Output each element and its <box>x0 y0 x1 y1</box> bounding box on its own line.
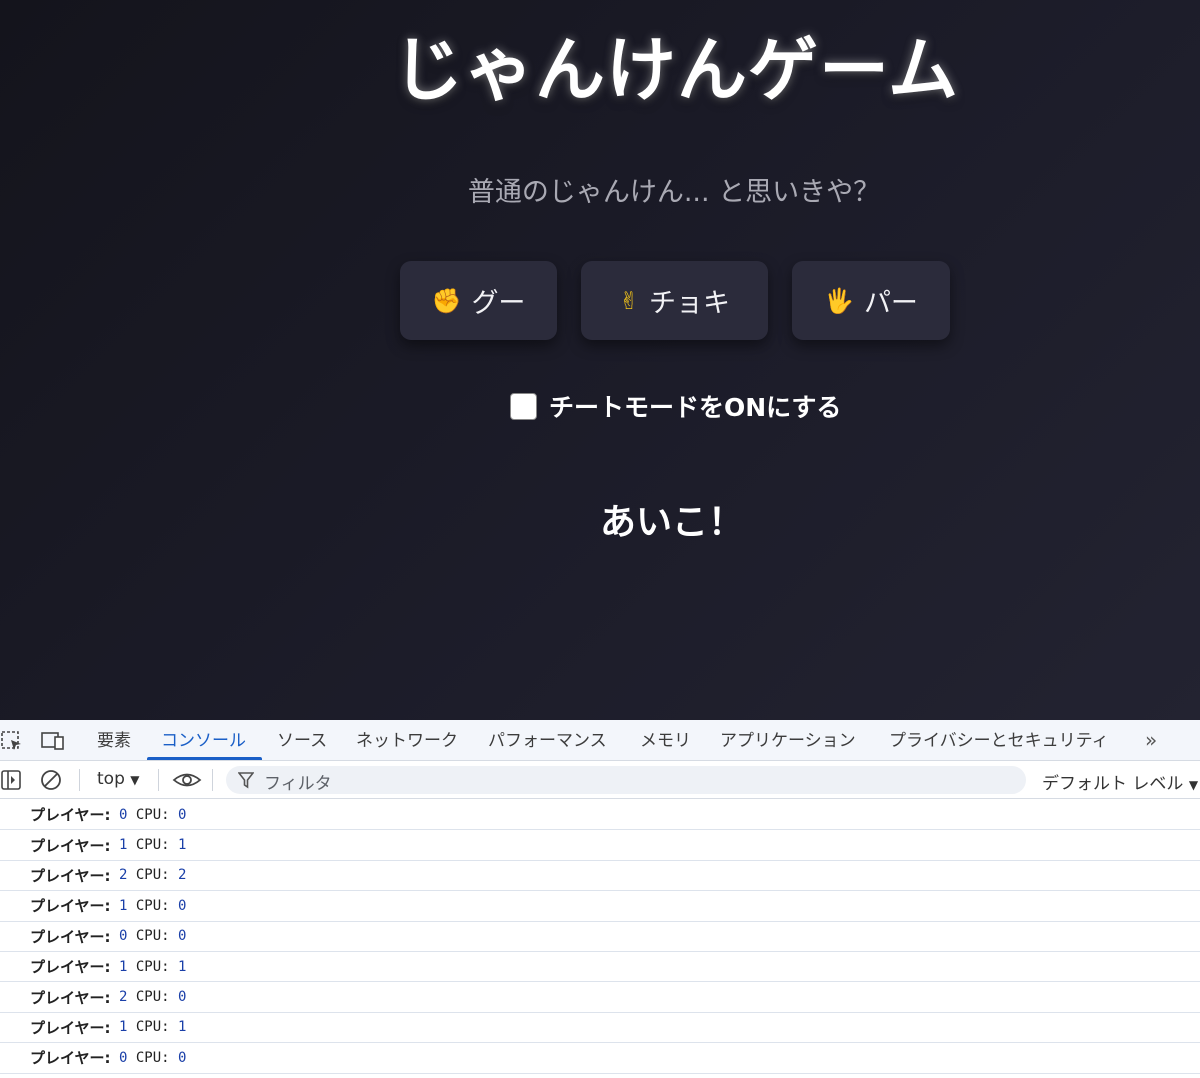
cpu-value: 0 <box>178 806 187 823</box>
devtools-tab-bar: 要素 コンソール ソース ネットワーク パフォーマンス メモリ アプリケーション… <box>0 720 1200 761</box>
cpu-value: 1 <box>178 958 187 975</box>
player-value: 2 <box>119 989 128 1006</box>
clear-console-icon[interactable] <box>40 769 64 791</box>
tab-privacy-security[interactable]: プライバシーとセキュリティ <box>889 720 1109 761</box>
result-text: あいこ！ <box>599 502 744 543</box>
chevron-down-icon: ▼ <box>1188 778 1199 792</box>
cpu-label: CPU: <box>135 806 170 823</box>
console-log-row: プレイヤー: 0 CPU: 0 <box>0 1043 1200 1074</box>
console-log-row: プレイヤー: 1 CPU: 1 <box>0 1013 1200 1044</box>
inspect-element-icon[interactable] <box>0 730 24 752</box>
more-tabs-icon[interactable]: » <box>1145 728 1157 752</box>
console-log-row: プレイヤー: 1 CPU: 1 <box>0 952 1200 983</box>
player-label: プレイヤー: <box>30 927 111 946</box>
player-value: 1 <box>119 1019 128 1036</box>
active-tab-indicator <box>147 757 262 760</box>
player-value: 1 <box>119 897 128 914</box>
cpu-value: 2 <box>178 867 187 884</box>
console-toolbar: top ▼ フィルタ デフォルト レベル ▼ <box>0 761 1200 799</box>
filter-placeholder: フィルタ <box>264 774 332 794</box>
player-label: プレイヤー: <box>30 836 111 855</box>
paper-button-label: パー <box>863 288 918 319</box>
console-log-row: プレイヤー: 2 CPU: 2 <box>0 861 1200 892</box>
player-label: プレイヤー: <box>30 958 111 977</box>
game-subtitle: 普通のじゃんけん... と思いきや？ <box>467 177 881 208</box>
player-label: プレイヤー: <box>30 806 111 825</box>
player-value: 1 <box>119 837 128 854</box>
cpu-label: CPU: <box>135 928 170 945</box>
context-selector-value: top <box>97 769 125 789</box>
context-selector[interactable]: top ▼ <box>97 769 140 789</box>
console-log-row: プレイヤー: 2 CPU: 0 <box>0 982 1200 1013</box>
player-label: プレイヤー: <box>30 897 111 916</box>
tab-sources[interactable]: ソース <box>277 720 327 761</box>
open-hand-icon: 🖐 <box>824 286 854 315</box>
cpu-value: 0 <box>178 989 187 1006</box>
cpu-label: CPU: <box>135 897 170 914</box>
paper-button[interactable]: 🖐 パー <box>792 261 950 340</box>
eye-icon[interactable] <box>172 769 202 791</box>
player-label: プレイヤー: <box>30 1018 111 1037</box>
player-value: 0 <box>119 928 128 945</box>
tab-memory[interactable]: メモリ <box>640 720 691 761</box>
player-label: プレイヤー: <box>30 988 111 1007</box>
tab-network[interactable]: ネットワーク <box>356 720 458 761</box>
cpu-value: 1 <box>178 837 187 854</box>
tab-performance[interactable]: パフォーマンス <box>488 720 607 761</box>
device-toolbar-icon[interactable] <box>40 730 64 752</box>
cpu-value: 1 <box>178 1019 187 1036</box>
toolbar-divider <box>79 769 80 791</box>
toolbar-divider <box>158 769 159 791</box>
console-log: プレイヤー: 0 CPU: 0 プレイヤー: 1 CPU: 1 プレイヤー: 2 C… <box>0 800 1200 1074</box>
player-value: 1 <box>119 958 128 975</box>
cheat-mode-toggle[interactable]: チートモードをONにする <box>510 388 841 424</box>
player-value: 0 <box>119 1049 128 1066</box>
log-level-value: デフォルト レベル <box>1042 774 1184 794</box>
cpu-label: CPU: <box>135 867 170 884</box>
player-label: プレイヤー: <box>30 866 111 885</box>
cpu-label: CPU: <box>135 1049 170 1066</box>
sidebar-toggle-icon[interactable] <box>0 769 24 791</box>
game-page: じゃんけんゲーム 普通のじゃんけん... と思いきや？ ✊ グー ✌ チョキ 🖐… <box>0 0 1200 720</box>
fist-icon: ✊ <box>431 286 462 315</box>
cpu-value: 0 <box>178 897 187 914</box>
log-level-selector[interactable]: デフォルト レベル ▼ <box>1042 769 1198 794</box>
filter-icon <box>237 771 255 793</box>
console-log-row: プレイヤー: 1 CPU: 0 <box>0 891 1200 922</box>
cpu-label: CPU: <box>135 989 170 1006</box>
console-log-row: プレイヤー: 1 CPU: 1 <box>0 830 1200 861</box>
scissors-button[interactable]: ✌ チョキ <box>581 261 768 340</box>
cheat-mode-checkbox[interactable] <box>510 392 537 420</box>
scissors-button-label: チョキ <box>649 288 731 319</box>
console-log-row: プレイヤー: 0 CPU: 0 <box>0 922 1200 952</box>
cheat-mode-label[interactable]: チートモードをONにする <box>549 388 841 424</box>
devtools-panel: 要素 コンソール ソース ネットワーク パフォーマンス メモリ アプリケーション… <box>0 720 1200 1078</box>
cpu-label: CPU: <box>135 837 170 854</box>
game-title: じゃんけんゲーム <box>393 29 959 111</box>
cpu-label: CPU: <box>135 958 170 975</box>
player-label: プレイヤー: <box>30 1049 111 1068</box>
cpu-label: CPU: <box>135 1019 170 1036</box>
chevron-down-icon: ▼ <box>130 773 140 787</box>
console-filter-input[interactable]: フィルタ <box>226 766 1026 794</box>
victory-hand-icon: ✌ <box>618 286 640 315</box>
tab-application[interactable]: アプリケーション <box>720 720 856 761</box>
tab-console[interactable]: コンソール <box>161 720 246 761</box>
rock-button-label: グー <box>471 288 526 319</box>
tab-elements[interactable]: 要素 <box>97 720 131 761</box>
player-value: 0 <box>119 806 128 823</box>
player-value: 2 <box>119 867 128 884</box>
cpu-value: 0 <box>178 1049 187 1066</box>
toolbar-divider <box>212 769 213 791</box>
console-log-row: プレイヤー: 0 CPU: 0 <box>0 800 1200 831</box>
cpu-value: 0 <box>178 928 187 945</box>
rock-button[interactable]: ✊ グー <box>400 261 557 340</box>
